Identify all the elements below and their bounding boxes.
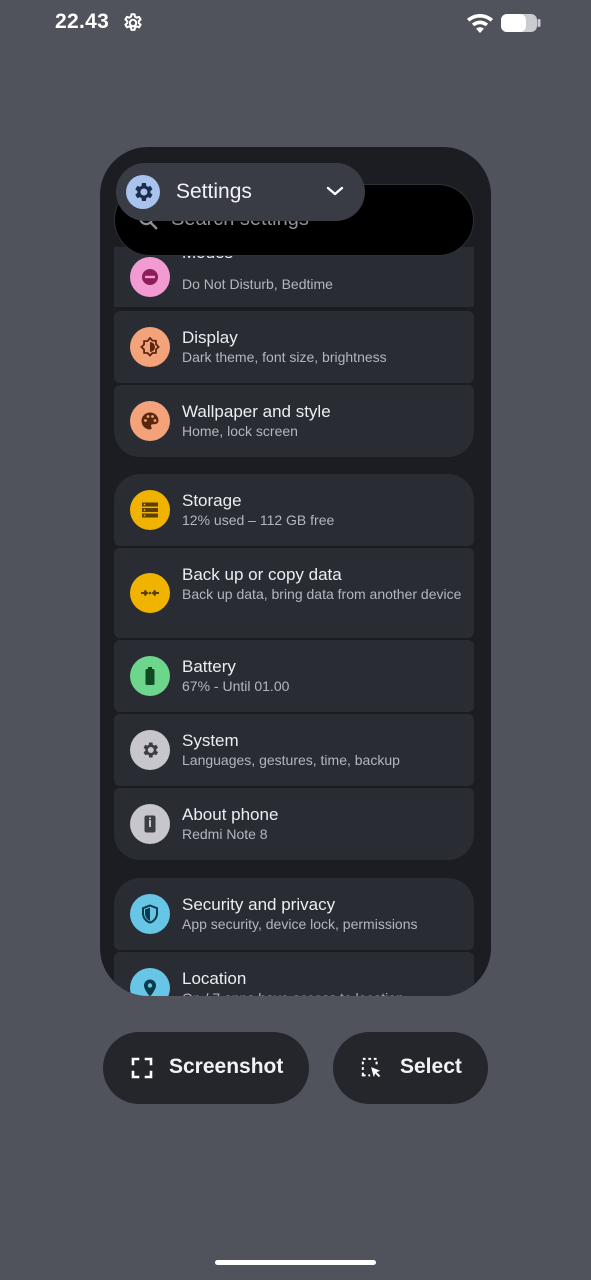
recent-app-card[interactable]: ModesDo Not Disturb, Bedtime Display Dark … <box>100 147 491 996</box>
screenshot-icon <box>131 1057 153 1079</box>
location-pin-icon <box>130 968 170 996</box>
select-icon <box>361 1057 381 1078</box>
settings-item-system[interactable]: System Languages, gestures, time, backup <box>114 714 474 786</box>
select-button[interactable]: Select <box>333 1032 488 1104</box>
backup-icon <box>130 573 170 613</box>
settings-item-wallpaper-and-style[interactable]: Wallpaper and style Home, lock screen <box>114 385 474 457</box>
settings-item-subtitle: Back up data, bring data from another de… <box>182 586 462 602</box>
settings-item-subtitle: Home, lock screen <box>182 423 298 439</box>
settings-item-display[interactable]: Display Dark theme, font size, brightness <box>114 311 474 383</box>
settings-item-storage[interactable]: Storage 12% used – 112 GB free <box>114 474 474 546</box>
settings-gear-icon <box>126 175 160 209</box>
home-indicator[interactable] <box>215 1260 376 1265</box>
wifi-icon <box>467 14 493 33</box>
settings-item-subtitle: Languages, gestures, time, backup <box>182 752 400 768</box>
settings-item-subtitle: Do Not Disturb, Bedtime <box>182 276 333 292</box>
settings-item-subtitle: Redmi Note 8 <box>182 826 268 842</box>
palette-icon <box>130 401 170 441</box>
settings-item-modes[interactable]: ModesDo Not Disturb, Bedtime <box>114 243 474 307</box>
settings-item-title: Battery <box>182 657 236 676</box>
screenshot-button[interactable]: Screenshot <box>103 1032 309 1104</box>
settings-item-title: Location <box>182 969 247 988</box>
status-bar: 22.43 <box>0 0 591 48</box>
settings-item-subtitle: App security, device lock, permissions <box>182 916 418 932</box>
status-time: 22.43 <box>55 10 110 33</box>
storage-icon <box>130 490 170 530</box>
system-gear-icon <box>130 730 170 770</box>
settings-item-subtitle: 67% - Until 01.00 <box>182 678 290 694</box>
settings-item-title: Back up or copy data <box>182 565 342 584</box>
settings-item-subtitle: Dark theme, font size, brightness <box>182 349 387 365</box>
modes-icon <box>130 257 170 297</box>
settings-item-back-up-or-copy-data[interactable]: Back up or copy data Back up data, bring … <box>114 548 474 638</box>
settings-item-subtitle: On / 7 apps have access to location <box>182 989 462 996</box>
settings-item-title: Storage <box>182 491 242 510</box>
settings-item-location[interactable]: LocationOn / 7 apps have access to locat… <box>114 952 474 996</box>
gear-icon <box>124 13 142 31</box>
app-chip[interactable]: Settings <box>116 163 365 221</box>
settings-item-battery[interactable]: Battery 67% - Until 01.00 <box>114 640 474 712</box>
app-chip-label: Settings <box>176 180 252 203</box>
settings-item-title: Security and privacy <box>182 895 336 914</box>
chevron-down-icon[interactable] <box>326 184 344 198</box>
settings-item-title: System <box>182 731 239 750</box>
settings-item-title: Wallpaper and style <box>182 402 331 421</box>
settings-item-subtitle: 12% used – 112 GB free <box>182 512 335 528</box>
battery-icon <box>130 656 170 696</box>
shield-icon <box>130 894 170 934</box>
settings-item-title: Display <box>182 328 238 347</box>
screenshot-label: Screenshot <box>169 1055 284 1078</box>
settings-item-about-phone[interactable]: About phone Redmi Note 8 <box>114 788 474 860</box>
settings-item-title: About phone <box>182 805 279 824</box>
select-label: Select <box>400 1055 462 1078</box>
battery-icon <box>501 14 541 32</box>
settings-item-security-and-privacy[interactable]: Security and privacy App security, device… <box>114 878 474 950</box>
display-icon <box>130 327 170 367</box>
phone-info-icon <box>130 804 170 844</box>
